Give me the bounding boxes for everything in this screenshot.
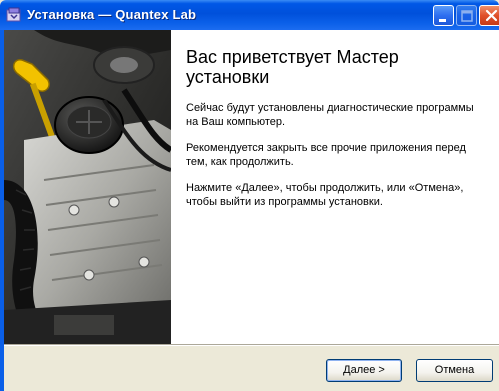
window-title: Установка — Quantex Lab	[27, 7, 197, 22]
title-bar[interactable]: Установка — Quantex Lab	[0, 0, 499, 30]
wizard-heading: Вас приветствует Мастер установки	[186, 47, 399, 87]
close-button[interactable]	[479, 5, 499, 26]
next-button[interactable]: Далее >	[326, 359, 402, 382]
wizard-paragraph-1: Сейчас будут установлены диагностические…	[186, 102, 474, 128]
cancel-button[interactable]: Отмена	[416, 359, 493, 382]
wizard-content: Вас приветствует Мастер установки Сейчас…	[4, 30, 499, 344]
footer-divider	[4, 344, 499, 346]
wizard-paragraph-3: Нажмите «Далее», чтобы продолжить, или «…	[186, 182, 464, 208]
maximize-icon	[461, 10, 473, 22]
minimize-icon	[439, 19, 446, 22]
installer-window: Установка — Quantex Lab Вас приветствует…	[0, 0, 499, 391]
installer-icon	[6, 7, 22, 23]
maximize-button	[456, 5, 477, 26]
minimize-button[interactable]	[433, 5, 454, 26]
close-icon	[485, 9, 498, 22]
engine-banner-image	[4, 30, 171, 344]
wizard-paragraph-2: Рекомендуется закрыть все прочие приложе…	[186, 142, 466, 168]
